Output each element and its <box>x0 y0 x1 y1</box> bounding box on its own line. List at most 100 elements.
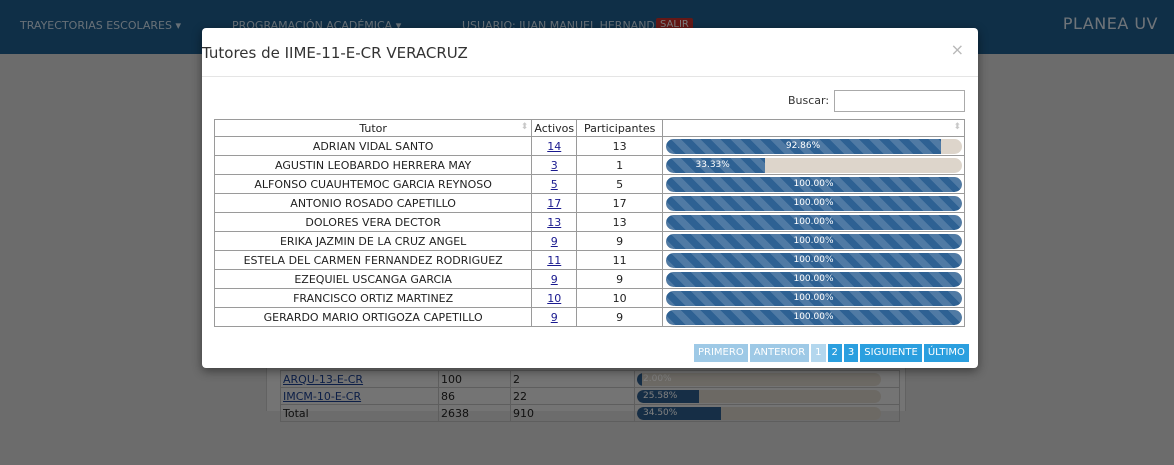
progress-bar: 100.00% <box>665 214 962 230</box>
progress-cell: 100.00% <box>662 288 965 308</box>
progress-bar: 100.00% <box>665 290 962 306</box>
progress-label: 92.86% <box>785 140 821 151</box>
progress-bar: 33.33% <box>665 157 962 173</box>
tutors-modal: Tutores de IIME-11-E-CR VERACRUZ × Busca… <box>202 28 978 368</box>
participantes-cell: 9 <box>576 231 664 251</box>
progress-bar: 100.00% <box>665 176 962 192</box>
activos-link[interactable]: 5 <box>551 178 558 191</box>
page-3-button[interactable]: 3 <box>843 344 859 362</box>
progress-bar: 100.00% <box>665 252 962 268</box>
participantes-cell: 5 <box>576 174 664 194</box>
tutor-name-cell: ADRIAN VIDAL SANTO <box>213 136 533 156</box>
activos-cell: 5 <box>531 174 578 194</box>
activos-link[interactable]: 3 <box>551 159 558 172</box>
participantes-cell: 1 <box>576 155 664 175</box>
progress-cell: 92.86% <box>662 136 965 156</box>
tutor-name-cell: ESTELA DEL CARMEN FERNANDEZ RODRIGUEZ <box>213 250 533 270</box>
participantes-cell: 9 <box>576 307 664 327</box>
tutor-name-cell: EZEQUIEL USCANGA GARCIA <box>213 269 533 289</box>
column-header-tutor-label: Tutor <box>359 121 387 135</box>
tutor-name-cell: FRANCISCO ORTIZ MARTINEZ <box>213 288 533 308</box>
progress-label: 100.00% <box>793 292 834 303</box>
participantes-cell: 13 <box>576 136 664 156</box>
tutor-name-cell: AGUSTIN LEOBARDO HERRERA MAY <box>213 155 533 175</box>
column-header-progress[interactable]: ⬍ <box>662 119 965 137</box>
modal-header: Tutores de IIME-11-E-CR VERACRUZ × <box>202 28 978 77</box>
table-row: ESTELA DEL CARMEN FERNANDEZ RODRIGUEZ 11 1… <box>213 250 965 270</box>
activos-link[interactable]: 9 <box>551 311 558 324</box>
progress-label: 100.00% <box>793 178 834 189</box>
participantes-cell: 13 <box>576 212 664 232</box>
activos-cell: 13 <box>531 212 578 232</box>
activos-cell: 9 <box>531 269 578 289</box>
page-1-button[interactable]: 1 <box>811 344 826 362</box>
sort-icon: ⬍ <box>520 122 529 132</box>
progress-bar: 100.00% <box>665 195 962 211</box>
first-page-button[interactable]: PRIMERO <box>694 344 748 362</box>
participantes-cell: 11 <box>576 250 664 270</box>
progress-cell: 100.00% <box>662 231 965 251</box>
activos-link[interactable]: 10 <box>547 292 561 305</box>
progress-bar: 100.00% <box>665 233 962 249</box>
activos-cell: 14 <box>531 136 578 156</box>
table-row: EZEQUIEL USCANGA GARCIA 9 9 100.00% <box>213 269 965 289</box>
participantes-cell: 17 <box>576 193 664 213</box>
activos-link[interactable]: 9 <box>551 273 558 286</box>
progress-cell: 100.00% <box>662 269 965 289</box>
column-header-activos[interactable]: Activos <box>531 119 578 137</box>
table-row: ALFONSO CUAUHTEMOC GARCIA REYNOSO 5 5 100.0… <box>213 174 965 194</box>
table-row: AGUSTIN LEOBARDO HERRERA MAY 3 1 33.33% <box>213 155 965 175</box>
progress-bar: 100.00% <box>665 309 962 325</box>
column-header-tutor[interactable]: Tutor ⬍ <box>213 119 533 137</box>
activos-link[interactable]: 11 <box>547 254 561 267</box>
activos-link[interactable]: 13 <box>547 216 561 229</box>
progress-cell: 100.00% <box>662 174 965 194</box>
next-page-button[interactable]: SIGUIENTE <box>860 344 922 362</box>
table-header-row: Tutor ⬍ Activos Participantes ⬍ <box>213 119 965 137</box>
activos-link[interactable]: 14 <box>547 140 561 153</box>
progress-label: 100.00% <box>793 235 834 246</box>
activos-cell: 9 <box>531 307 578 327</box>
progress-cell: 100.00% <box>662 250 965 270</box>
tutor-name-cell: DOLORES VERA DECTOR <box>213 212 533 232</box>
progress-label: 33.33% <box>695 159 730 170</box>
previous-page-button[interactable]: ANTERIOR <box>749 344 810 362</box>
progress-cell: 100.00% <box>662 307 965 327</box>
tutors-table: Tutor ⬍ Activos Participantes ⬍ ADRIAN VI… <box>213 119 965 327</box>
progress-label: 100.00% <box>793 197 834 208</box>
progress-label: 100.00% <box>793 311 834 322</box>
page-2-button[interactable]: 2 <box>827 344 842 362</box>
table-row: GERARDO MARIO ORTIGOZA CAPETILLO 9 9 100.00… <box>213 307 965 327</box>
tutor-name-cell: GERARDO MARIO ORTIGOZA CAPETILLO <box>213 307 533 327</box>
activos-cell: 3 <box>531 155 578 175</box>
activos-cell: 11 <box>531 250 578 270</box>
activos-link[interactable]: 17 <box>547 197 561 210</box>
modal-title: Tutores de IIME-11-E-CR VERACRUZ <box>202 44 468 62</box>
last-page-button[interactable]: ÚLTIMO <box>923 344 969 362</box>
activos-link[interactable]: 9 <box>551 235 558 248</box>
progress-cell: 33.33% <box>662 155 965 175</box>
activos-cell: 9 <box>531 231 578 251</box>
progress-label: 100.00% <box>793 273 834 284</box>
column-header-participantes[interactable]: Participantes <box>576 119 664 137</box>
participantes-cell: 10 <box>576 288 664 308</box>
tutor-name-cell: ANTONIO ROSADO CAPETILLO <box>213 193 533 213</box>
progress-cell: 100.00% <box>662 212 965 232</box>
close-icon[interactable]: × <box>951 40 964 59</box>
progress-bar: 92.86% <box>665 138 962 154</box>
activos-cell: 17 <box>531 193 578 213</box>
tutor-name-cell: ALFONSO CUAUHTEMOC GARCIA REYNOSO <box>213 174 533 194</box>
pagination: PRIMERO ANTERIOR 1 2 3 SIGUIENTE ÚLTIMO <box>694 344 969 362</box>
sort-icon: ⬍ <box>953 122 961 132</box>
table-row: FRANCISCO ORTIZ MARTINEZ 10 10 100.00% <box>213 288 965 308</box>
table-row: ADRIAN VIDAL SANTO 14 13 92.86% <box>213 136 965 156</box>
tutor-name-cell: ERIKA JAZMIN DE LA CRUZ ANGEL <box>213 231 533 251</box>
table-row: ERIKA JAZMIN DE LA CRUZ ANGEL 9 9 100.00% <box>213 231 965 251</box>
progress-label: 100.00% <box>793 254 834 265</box>
table-row: ANTONIO ROSADO CAPETILLO 17 17 100.00% <box>213 193 965 213</box>
participantes-cell: 9 <box>576 269 664 289</box>
progress-bar: 100.00% <box>665 271 962 287</box>
search-input[interactable] <box>834 90 965 112</box>
progress-cell: 100.00% <box>662 193 965 213</box>
table-row: DOLORES VERA DECTOR 13 13 100.00% <box>213 212 965 232</box>
